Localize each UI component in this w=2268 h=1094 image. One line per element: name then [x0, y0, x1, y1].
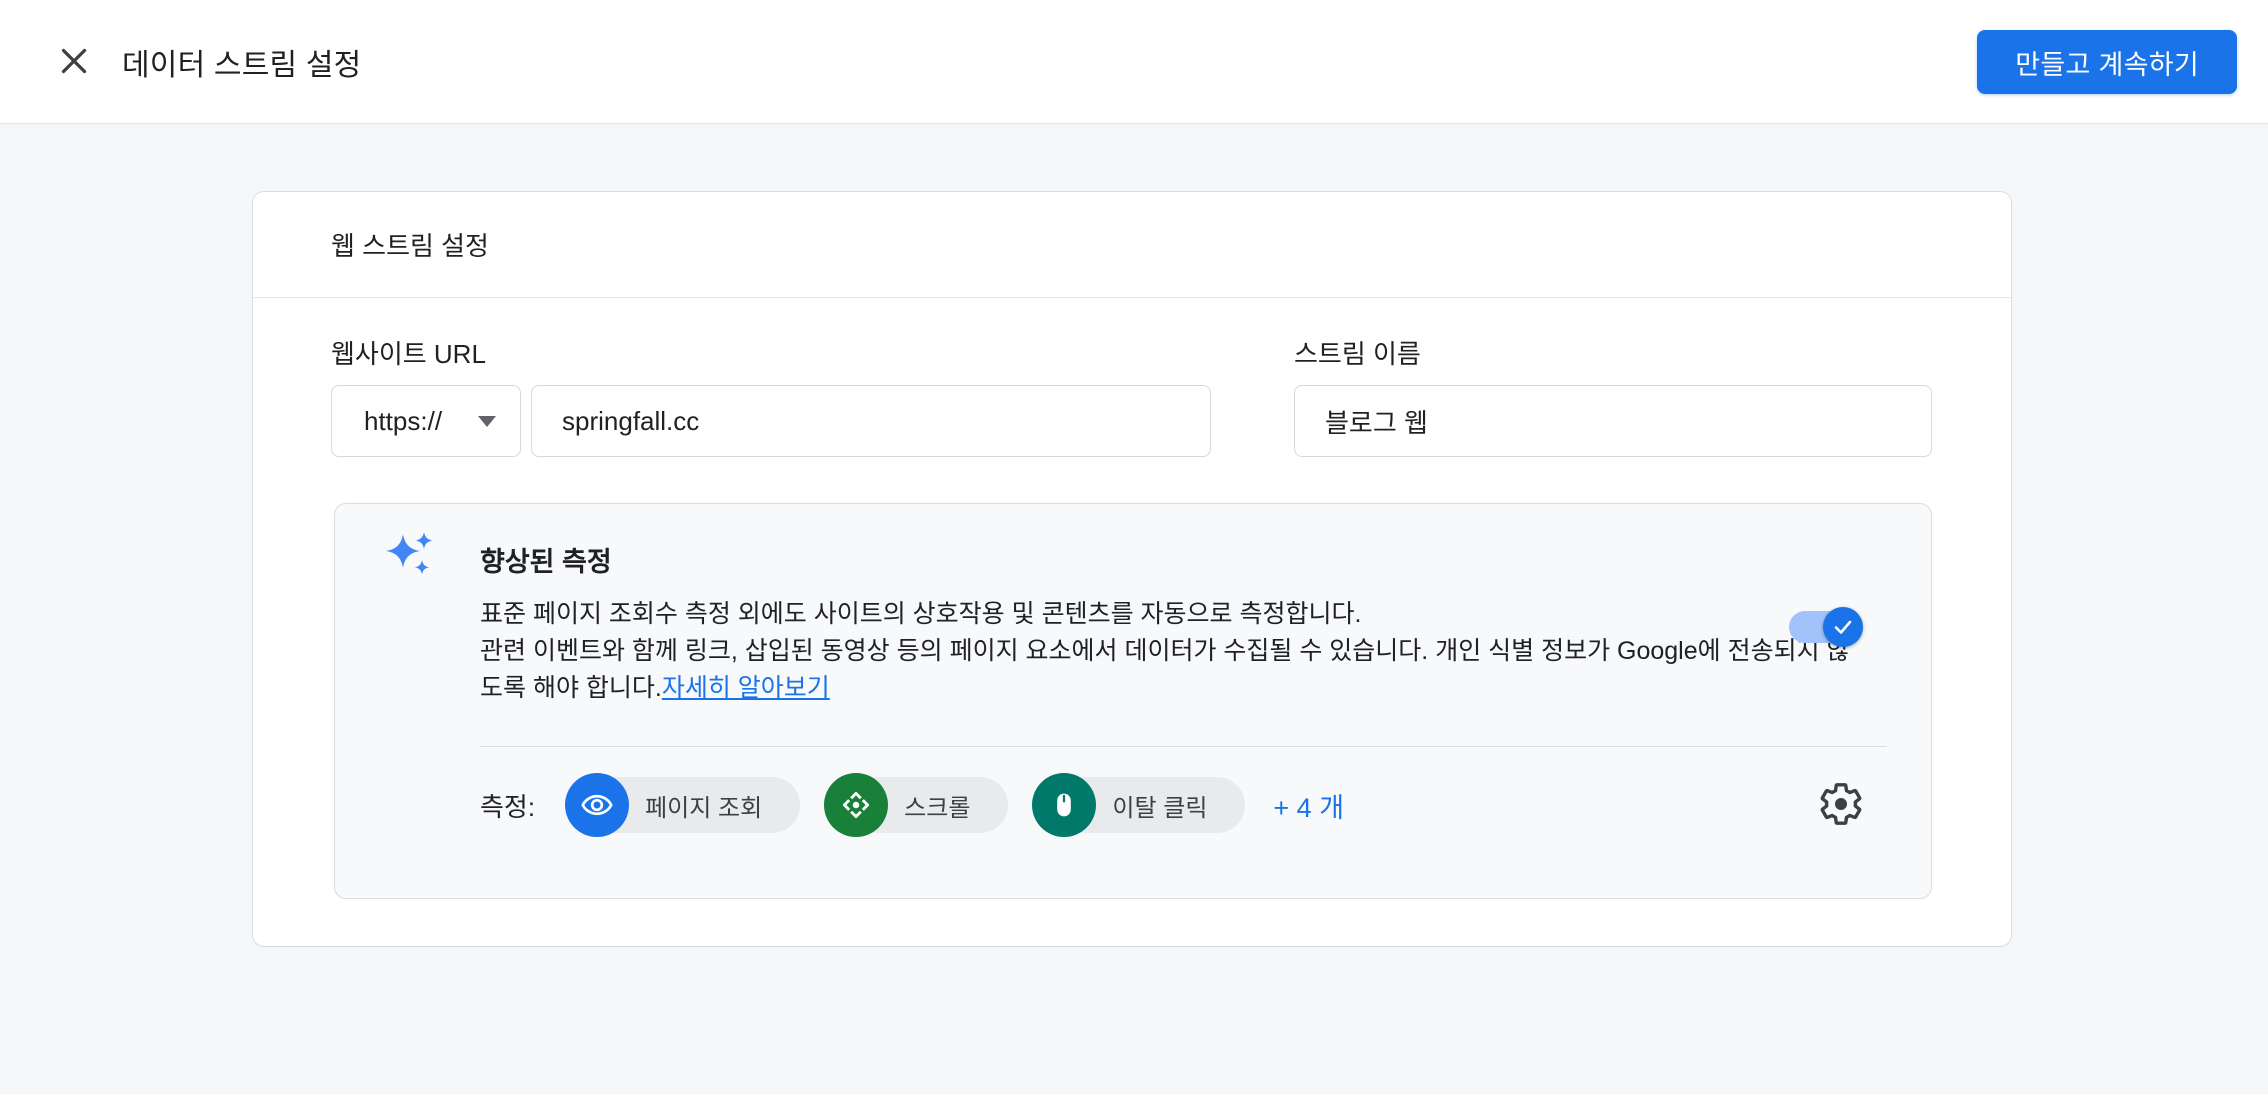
gear-icon [1817, 780, 1865, 831]
more-events-link[interactable]: + 4 개 [1273, 786, 1344, 825]
enhanced-measurement-description: 표준 페이지 조회수 측정 외에도 사이트의 상호작용 및 콘텐츠를 자동으로 … [480, 596, 1900, 707]
description-line-3: 도록 해야 합니다. [480, 674, 662, 702]
protocol-select[interactable]: https:// [331, 385, 521, 457]
chips-list: 페이지 조회 [565, 773, 1245, 837]
description-line-2: 관련 이벤트와 함께 링크, 삽입된 동영상 등의 페이지 요소에서 데이터가 … [480, 637, 1850, 665]
stream-name-input[interactable] [1294, 385, 1932, 457]
measurement-chips-row: 측정: 페이지 조회 [480, 766, 1867, 844]
enhanced-measurement-title: 향상된 측정 [480, 540, 612, 579]
scroll-icon [824, 773, 888, 837]
page-title: 데이터 스트림 설정 [122, 0, 361, 124]
close-icon [56, 43, 92, 82]
website-url-label: 웹사이트 URL [331, 334, 486, 371]
toggle-thumb-checked [1823, 607, 1863, 647]
description-line-1: 표준 페이지 조회수 측정 외에도 사이트의 상호작용 및 콘텐츠를 자동으로 … [480, 600, 1361, 628]
chip-scroll[interactable]: 스크롤 [824, 773, 1008, 837]
dialog-header: 데이터 스트림 설정 만들고 계속하기 [0, 0, 2268, 124]
main-area: 웹 스트림 설정 웹사이트 URL 스트림 이름 https:// 향 [0, 125, 2268, 1094]
protocol-selected-value: https:// [364, 406, 442, 437]
data-stream-setup-dialog: 데이터 스트림 설정 만들고 계속하기 웹 스트림 설정 웹사이트 URL 스트… [0, 0, 2268, 1094]
close-button[interactable] [50, 38, 98, 86]
measure-label: 측정: [480, 787, 535, 824]
enhanced-measurement-settings-button[interactable] [1815, 779, 1867, 831]
chip-page-view[interactable]: 페이지 조회 [565, 773, 800, 837]
enhanced-measurement-toggle[interactable] [1789, 611, 1861, 643]
mouse-icon [1032, 773, 1096, 837]
eye-icon [565, 773, 629, 837]
learn-more-link[interactable]: 자세히 알아보기 [662, 674, 830, 702]
sparkle-icon [381, 524, 441, 589]
divider [480, 746, 1887, 747]
chevron-down-icon [478, 416, 496, 427]
create-and-continue-button[interactable]: 만들고 계속하기 [1977, 30, 2237, 94]
stream-name-label: 스트림 이름 [1294, 334, 1421, 371]
card-section-title: 웹 스트림 설정 [253, 192, 2011, 298]
website-url-input[interactable] [531, 385, 1211, 457]
chip-outbound-click[interactable]: 이탈 클릭 [1032, 773, 1245, 837]
enhanced-measurement-panel: 향상된 측정 표준 페이지 조회수 측정 외에도 사이트의 상호작용 및 콘텐츠… [334, 503, 1932, 899]
web-stream-card: 웹 스트림 설정 웹사이트 URL 스트림 이름 https:// 향 [252, 191, 2012, 947]
